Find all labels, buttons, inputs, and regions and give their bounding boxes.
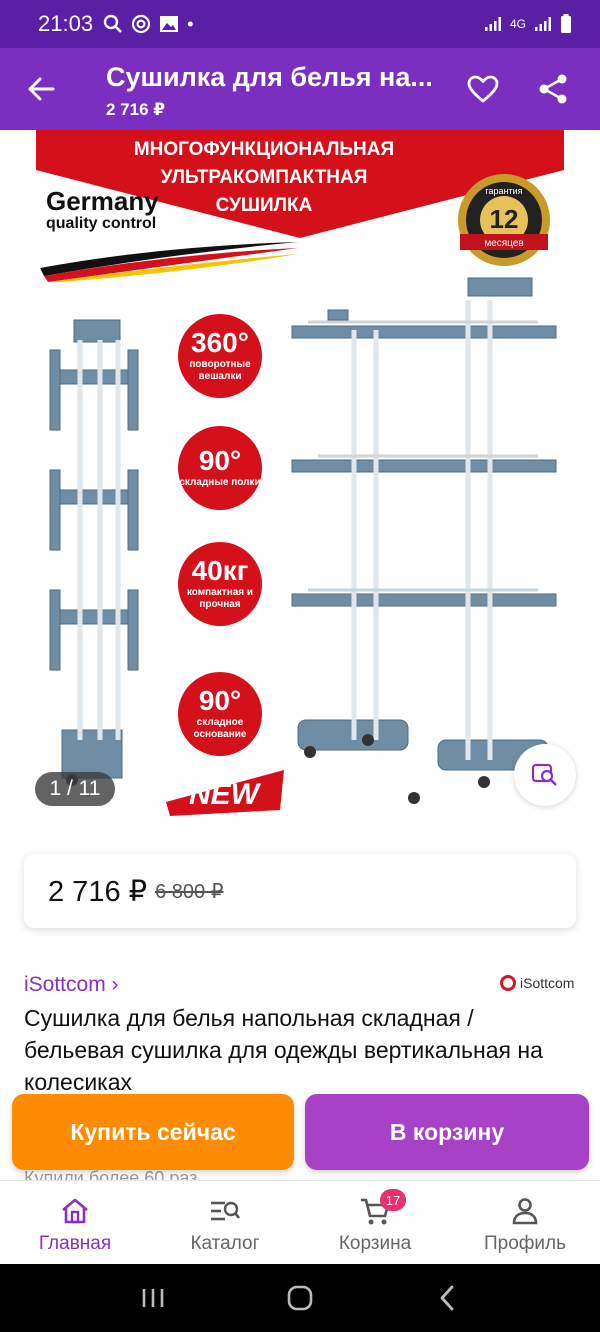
feature-badge-rotation: 360° поворотные вешалки — [178, 314, 262, 398]
arrow-left-icon — [28, 77, 55, 101]
home-icon — [59, 1195, 91, 1227]
status-bar: 21:03 • 4G — [0, 0, 600, 48]
battery-icon — [561, 14, 571, 33]
recent-apps-button[interactable] — [133, 1278, 173, 1318]
nav-label-catalog: Каталог — [190, 1233, 260, 1254]
chevron-left-icon — [440, 1285, 454, 1311]
status-right-icons: 4G — [484, 14, 572, 34]
feature-badge-folding-base: 90° складное основание — [178, 672, 262, 756]
feature-label: компактная и прочная — [186, 587, 254, 610]
at-sign-icon — [131, 14, 151, 34]
signal-icon — [484, 17, 501, 31]
bottom-navigation: Главная Каталог 17 Корзина Профиль — [0, 1180, 600, 1264]
warranty-top-text: гарантия — [485, 186, 522, 196]
banner-line-1: МНОГОФУНКЦИОНАЛЬНАЯ — [133, 139, 395, 160]
germany-subtitle: quality control — [46, 215, 157, 232]
feature-label: поворотные вешалки — [189, 359, 251, 382]
back-system-button[interactable] — [427, 1278, 467, 1318]
germany-quality-label: Germany quality control — [46, 186, 159, 233]
feature-value: 40кг — [191, 555, 249, 586]
warranty-seal: гарантия 12 месяцев — [458, 174, 550, 266]
signal-icon-2 — [535, 17, 551, 31]
app-bar: Сушилка для белья на... 2 716 ₽ — [0, 48, 600, 130]
seller-link[interactable]: iSottcom › — [24, 973, 119, 997]
image-counter: 1 / 11 — [35, 772, 115, 806]
germany-title: Germany — [46, 186, 159, 216]
feature-label: складное основание — [193, 717, 247, 740]
feature-value: 90° — [198, 445, 242, 476]
nav-label-cart: Корзина — [338, 1233, 412, 1254]
share-button[interactable] — [532, 68, 574, 110]
image-search-icon — [531, 763, 557, 786]
seller-logo: iSottcom — [500, 975, 574, 991]
seller-logo-text: iSottcom — [520, 975, 575, 991]
nav-item-catalog[interactable]: Каталог — [150, 1181, 300, 1264]
feature-badge-folding-shelves: 90° складные полки — [178, 426, 262, 510]
recent-apps-icon — [143, 1289, 164, 1307]
old-price: 6 800 ₽ — [155, 880, 224, 903]
system-navigation-bar — [0, 1264, 600, 1332]
nav-item-cart[interactable]: 17 Корзина — [300, 1181, 450, 1264]
status-notification-icons: • — [103, 14, 193, 35]
back-button[interactable] — [20, 68, 62, 110]
nav-item-profile[interactable]: Профиль — [450, 1181, 600, 1264]
more-dot-icon: • — [187, 13, 194, 34]
feature-value: 360° — [191, 327, 249, 358]
nav-item-home[interactable]: Главная — [0, 1181, 150, 1264]
network-type: 4G — [509, 17, 526, 31]
product-title: Сушилка для белья напольная складная / б… — [24, 1005, 543, 1094]
add-to-cart-button[interactable]: В корзину — [305, 1094, 589, 1170]
seller-logo-icon — [500, 975, 516, 991]
share-icon — [539, 74, 567, 104]
catalog-search-icon — [209, 1195, 241, 1227]
status-time: 21:03 — [38, 11, 94, 36]
feature-badge-load: 40кг компактная и прочная — [178, 542, 262, 626]
feature-label: складные полки — [179, 477, 261, 488]
current-price: 2 716 ₽ — [48, 875, 148, 908]
search-status-icon — [103, 14, 122, 33]
heart-icon — [467, 75, 499, 103]
gallery-status-icon — [160, 16, 179, 32]
nav-label-profile: Профиль — [483, 1233, 567, 1254]
german-flag-swoosh — [40, 242, 298, 282]
home-system-button[interactable] — [280, 1278, 320, 1318]
nav-label-home: Главная — [38, 1233, 112, 1254]
folded-rack-illustration — [49, 319, 139, 786]
cart-count-badge: 17 — [380, 1189, 406, 1211]
header-price: 2 716 ₽ — [106, 100, 166, 119]
buy-now-button[interactable]: Купить сейчас — [12, 1094, 294, 1170]
price-card: 2 716 ₽ 6 800 ₽ — [24, 854, 576, 928]
page-title: Сушилка для белья на... — [106, 62, 433, 92]
home-circle-icon — [287, 1285, 313, 1311]
product-image-gallery[interactable]: МНОГОФУНКЦИОНАЛЬНАЯ УЛЬТРАКОМПАКТНАЯ СУШ… — [0, 130, 600, 830]
visual-search-button[interactable] — [514, 744, 576, 806]
new-badge: NEW — [166, 770, 284, 816]
warranty-bottom-text: месяцев — [484, 238, 523, 249]
feature-value: 90° — [198, 685, 242, 716]
warranty-number: 12 — [490, 204, 519, 234]
new-badge-text: NEW — [189, 778, 262, 811]
profile-icon — [509, 1195, 541, 1227]
favorite-button[interactable] — [462, 68, 504, 110]
unfolded-rack-illustration — [291, 277, 557, 804]
